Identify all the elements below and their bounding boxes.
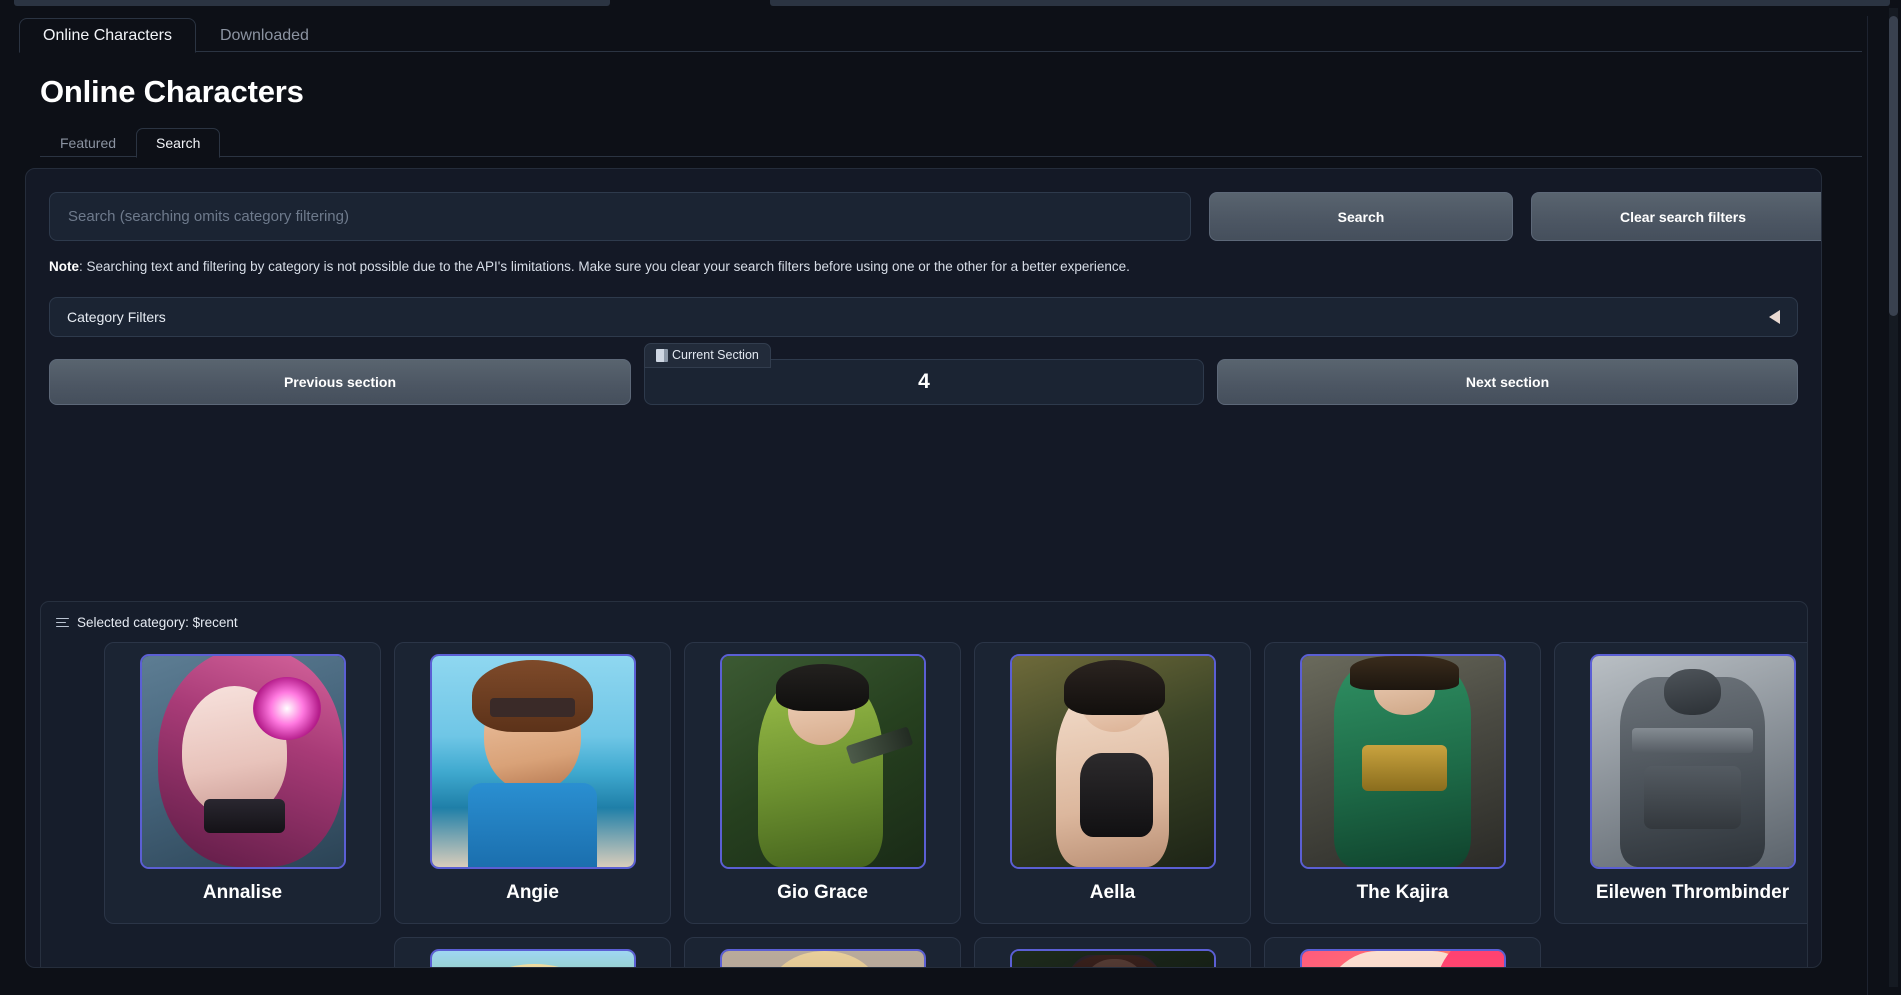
character-card[interactable]: Gio Grace <box>684 642 961 924</box>
tab-featured-label: Featured <box>60 135 117 151</box>
next-section-button[interactable]: Next section <box>1217 358 1798 405</box>
current-section-badge: Current Section <box>644 342 771 368</box>
top-tab-bar: Online Characters Downloaded <box>19 17 1862 53</box>
section-navigation: Previous section Current Section 4 Next … <box>49 342 1798 405</box>
card-slot-empty <box>1554 937 1807 967</box>
character-portrait-image <box>1301 951 1504 967</box>
search-panel: Search Clear search filters Note: Search… <box>25 168 1822 968</box>
sub-tab-bar: Featured Search <box>40 127 1862 158</box>
character-card[interactable]: Aella <box>974 642 1251 924</box>
character-thumbnail[interactable] <box>139 654 346 869</box>
clear-search-filters-button[interactable]: Clear search filters <box>1531 192 1821 241</box>
current-section-value: 4 <box>918 369 930 393</box>
character-thumbnail[interactable] <box>1299 949 1506 967</box>
character-thumbnail[interactable] <box>719 654 926 869</box>
search-row: Search Clear search filters <box>49 192 1821 241</box>
tab-downloaded[interactable]: Downloaded <box>196 18 333 53</box>
character-thumbnail[interactable] <box>1009 654 1216 869</box>
top-cutoff-bars <box>0 0 1901 8</box>
character-card[interactable] <box>974 937 1251 967</box>
character-card[interactable]: Eilewen Thrombinder <box>1554 642 1807 924</box>
previous-section-label: Previous section <box>283 373 397 390</box>
character-thumbnail[interactable] <box>1299 654 1506 869</box>
scrollbar-track-inner[interactable] <box>1867 16 1868 995</box>
character-portrait-image <box>431 656 634 867</box>
character-name: The Kajira <box>1356 882 1449 903</box>
character-thumbnail[interactable] <box>1589 654 1796 869</box>
character-portrait-image <box>721 951 924 967</box>
tab-online-characters[interactable]: Online Characters <box>19 18 196 53</box>
top-cutoff-bar-right <box>770 0 1890 6</box>
character-name: Aella <box>1089 882 1136 903</box>
character-portrait-image <box>141 656 344 867</box>
character-name: Gio Grace <box>777 882 868 903</box>
character-thumbnail[interactable] <box>719 949 926 967</box>
clear-search-filters-label: Clear search filters <box>1619 208 1747 225</box>
document-icon <box>656 348 668 362</box>
search-button[interactable]: Search <box>1209 192 1513 241</box>
character-card-grid: Annalise Angie Gio Grace Aella The Kajira Eil… <box>104 642 1807 967</box>
note-text: : Searching text and filtering by catego… <box>79 259 1130 274</box>
list-lines-icon <box>56 617 69 628</box>
top-cutoff-bar-left <box>14 0 610 6</box>
character-portrait-image <box>431 951 634 967</box>
character-card[interactable] <box>684 937 961 967</box>
search-button-label: Search <box>1337 208 1385 225</box>
previous-section-button[interactable]: Previous section <box>49 358 631 405</box>
category-filters-toggle[interactable]: Category Filters <box>49 296 1798 337</box>
character-card[interactable]: Angie <box>394 642 671 924</box>
search-input[interactable] <box>49 192 1191 241</box>
category-filters-label: Category Filters <box>67 308 166 325</box>
note-bold-prefix: Note <box>49 259 79 274</box>
character-portrait-image <box>1591 656 1794 867</box>
tab-featured[interactable]: Featured <box>40 128 136 158</box>
character-portrait-image <box>1011 656 1214 867</box>
character-name: Angie <box>506 882 559 903</box>
tab-online-characters-label: Online Characters <box>43 26 172 44</box>
character-name: Annalise <box>202 882 283 903</box>
current-section-badge-label: Current Section <box>672 348 759 363</box>
character-portrait-image <box>721 656 924 867</box>
app-window: Online Characters Downloaded Online Char… <box>0 8 1882 995</box>
page-title: Online Characters <box>40 74 304 109</box>
selected-category-label: Selected category: $recent <box>77 615 238 630</box>
tab-search-label: Search <box>156 135 201 151</box>
scrollbar-thumb[interactable] <box>1889 16 1898 316</box>
character-card[interactable] <box>1264 937 1541 967</box>
character-card[interactable]: The Kajira <box>1264 642 1541 924</box>
card-slot-empty <box>104 937 381 967</box>
character-portrait-image <box>1301 656 1504 867</box>
character-thumbnail[interactable] <box>429 654 636 869</box>
tab-search[interactable]: Search <box>136 128 221 158</box>
triangle-left-icon[interactable] <box>1769 309 1780 324</box>
next-section-label: Next section <box>1465 373 1550 390</box>
character-card[interactable] <box>394 937 671 967</box>
selected-category-header: Selected category: $recent <box>56 615 1807 630</box>
character-card[interactable]: Annalise <box>104 642 381 924</box>
character-thumbnail[interactable] <box>1009 949 1216 967</box>
api-limitation-note: Note: Searching text and filtering by ca… <box>49 258 1821 276</box>
character-portrait-image <box>1011 951 1214 967</box>
tab-downloaded-label: Downloaded <box>219 26 309 44</box>
results-panel: Selected category: $recent Annalise Angie… <box>40 601 1808 967</box>
character-name: Eilewen Thrombinder <box>1595 882 1790 903</box>
character-thumbnail[interactable] <box>429 949 636 967</box>
current-section-field[interactable]: Current Section 4 <box>644 342 1204 405</box>
